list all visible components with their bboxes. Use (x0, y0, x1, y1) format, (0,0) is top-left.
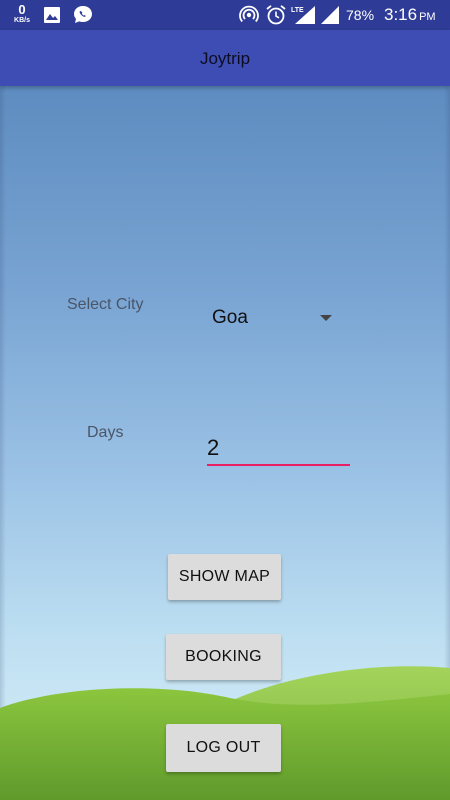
select-city-label: Select City (67, 296, 144, 313)
lte-label: LTE (291, 7, 304, 14)
alarm-icon (266, 5, 286, 25)
app-bar: Joytrip (0, 30, 450, 86)
app-title: Joytrip (199, 49, 251, 68)
show-map-button[interactable]: SHOW MAP (168, 554, 281, 600)
log-out-button[interactable]: LOG OUT (166, 724, 281, 772)
lte-signal-icon: LTE (291, 6, 315, 24)
whatsapp-icon (74, 6, 92, 23)
battery-percent: 78% (346, 7, 375, 23)
days-label: Days (87, 424, 124, 441)
dropdown-arrow-icon (320, 315, 332, 321)
network-speed-unit: KB/s (14, 17, 30, 24)
city-dropdown-value: Goa (212, 307, 248, 328)
clock-time: 3:16 (384, 5, 418, 24)
clock-period: PM (419, 11, 436, 23)
booking-button[interactable]: BOOKING (166, 634, 281, 680)
network-speed-indicator: 0 KB/s (10, 3, 34, 24)
main-content: Select City Goa Days SHOW MAP BOOKING LO… (0, 86, 450, 800)
clock: 3:16 PM (384, 5, 436, 25)
image-icon (44, 7, 60, 23)
status-bar: 0 KB/s LTE 78% 3:16 PM (0, 0, 450, 30)
days-input[interactable] (207, 428, 350, 466)
city-dropdown[interactable]: Goa (200, 298, 340, 338)
hotspot-icon (239, 5, 259, 23)
network-speed-value: 0 (18, 2, 26, 17)
signal-icon (321, 6, 339, 24)
